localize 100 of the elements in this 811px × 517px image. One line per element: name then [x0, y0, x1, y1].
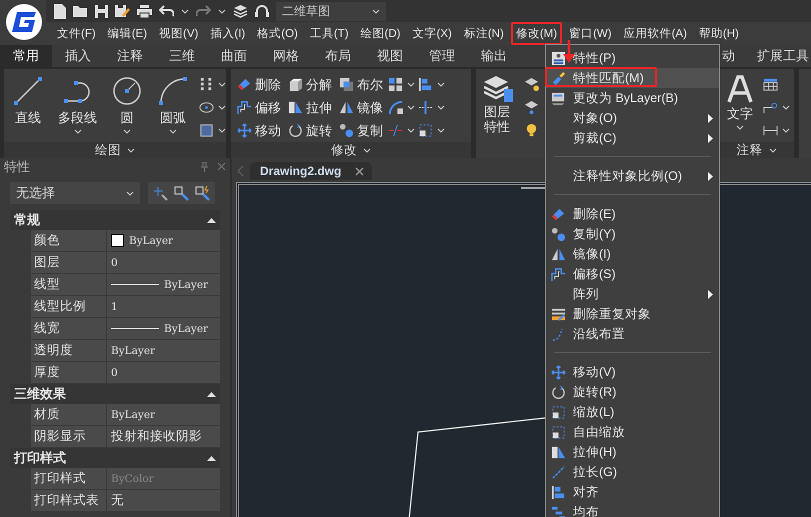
selection-dropdown[interactable]: 无选择 — [10, 182, 140, 204]
ribbon-button[interactable]: 偏移 — [235, 98, 283, 117]
menu-item[interactable]: 删除重复对象 — [546, 304, 719, 324]
ribbon-tab[interactable]: 布局 — [312, 45, 364, 67]
layers-icon[interactable] — [233, 4, 248, 18]
pin-icon[interactable] — [200, 162, 209, 172]
menu-item[interactable]: 特性匹配(M) — [546, 68, 719, 88]
section-header[interactable]: 常规 — [10, 210, 220, 230]
panel-title[interactable]: 注释 — [719, 142, 794, 158]
menu-item[interactable]: 对象(O) — [546, 108, 719, 128]
caret-icon — [218, 8, 226, 14]
ribbon-tab[interactable]: 视图 — [364, 45, 416, 67]
save-icon[interactable] — [95, 4, 108, 18]
ribbon-tab[interactable]: 注释 — [104, 45, 156, 67]
ribbon-button[interactable]: 圆 — [107, 73, 147, 142]
menu-item[interactable]: 工具(T) — [304, 22, 354, 45]
ribbon-tab[interactable]: 曲面 — [208, 45, 260, 67]
new-file-icon[interactable] — [54, 4, 66, 18]
section-header[interactable]: 打印样式 — [10, 448, 220, 468]
menu-item[interactable]: 拉伸(H) — [546, 442, 719, 462]
property-value[interactable]: ByLayer — [107, 318, 220, 339]
property-value[interactable]: ByLayer — [107, 340, 220, 361]
ribbon-button[interactable]: 多段线 — [54, 73, 101, 142]
menu-item[interactable]: 镜像(I) — [546, 244, 719, 264]
caret-icon[interactable] — [169, 129, 177, 134]
property-value[interactable]: 1 — [107, 296, 220, 317]
menu-item[interactable]: 阵列 — [546, 284, 719, 304]
menu-item[interactable]: 编辑(E) — [102, 22, 152, 45]
menu-item[interactable]: 标注(N) — [458, 22, 509, 45]
property-value[interactable]: ByLayer — [107, 230, 220, 251]
property-value[interactable]: 无 — [107, 490, 220, 511]
property-value[interactable]: 0 — [107, 252, 220, 273]
close-icon[interactable] — [217, 162, 226, 171]
menu-item[interactable]: 自由缩放 — [546, 422, 719, 442]
ribbon-tab[interactable]: 管理 — [416, 45, 468, 67]
undo-icon[interactable] — [159, 5, 174, 17]
app-logo[interactable] — [6, 4, 42, 40]
save-as-icon[interactable] — [115, 4, 130, 18]
redo-icon[interactable] — [196, 5, 211, 17]
ribbon-button[interactable]: 镜像 — [337, 98, 385, 117]
menu-item[interactable]: 缩放(L) — [546, 402, 719, 422]
property-value[interactable]: ByLayer — [107, 274, 220, 295]
menu-item[interactable]: 复制(Y) — [546, 224, 719, 244]
ribbon-button[interactable]: 删除 — [235, 75, 283, 94]
ribbon-button[interactable]: 圆弧 — [153, 73, 193, 142]
section-header[interactable]: 三维效果 — [10, 384, 220, 404]
caret-icon[interactable] — [74, 129, 82, 134]
ribbon-button[interactable]: 旋转 — [286, 121, 334, 140]
menu-item[interactable]: 偏移(S) — [546, 264, 719, 284]
menu-item[interactable]: 格式(O) — [252, 22, 303, 45]
print-icon[interactable] — [137, 4, 152, 18]
caret-icon — [218, 82, 226, 87]
menu-item[interactable]: 对齐 — [546, 482, 719, 502]
ribbon-button[interactable]: 图层特性 — [480, 73, 518, 158]
menu-item[interactable]: 均布 — [546, 502, 719, 517]
menu-item[interactable]: 文件(F) — [52, 22, 101, 45]
property-value[interactable]: 0 — [107, 362, 220, 383]
menu-item[interactable]: 视图(V) — [154, 22, 204, 45]
menu-item[interactable]: 移动(V) — [546, 362, 719, 382]
panel-title[interactable]: 修改 — [231, 142, 471, 158]
ribbon-button[interactable]: 拉伸 — [286, 98, 334, 117]
ribbon-button[interactable]: 复制 — [337, 121, 385, 140]
workspace-dropdown[interactable]: 二维草图 — [276, 2, 386, 20]
property-value[interactable]: ByLayer — [107, 404, 220, 425]
ribbon-tab[interactable]: 插入 — [52, 45, 104, 67]
menu-item[interactable]: 插入(I) — [205, 22, 250, 45]
document-tab[interactable]: Drawing2.dwg — [250, 162, 372, 180]
panel-title[interactable]: 绘图 — [4, 142, 226, 158]
menu-item[interactable]: 删除(E) — [546, 204, 719, 224]
ribbon-tab[interactable]: 三维 — [156, 45, 208, 67]
menu-item[interactable]: 文字(X) — [408, 22, 457, 45]
ribbon-tab[interactable]: 动 — [720, 45, 747, 67]
ribbon-tab[interactable]: 扩展工具 — [747, 45, 811, 67]
menu-item[interactable]: 更改为 ByLayer(B) — [546, 88, 719, 108]
ribbon-button[interactable]: 直线 — [8, 73, 48, 142]
folder-icon[interactable] — [73, 5, 88, 17]
menu-item[interactable]: 窗口(W) — [564, 22, 617, 45]
ribbon-tab[interactable]: 网格 — [260, 45, 312, 67]
close-icon[interactable] — [355, 166, 364, 176]
menu-item[interactable]: 沿线布置 — [546, 324, 719, 344]
quick-select-icon[interactable] — [195, 186, 210, 200]
menu-item[interactable]: 应用软件(A) — [618, 22, 692, 45]
ribbon-tab[interactable]: 常用 — [0, 45, 52, 67]
caret-icon[interactable] — [123, 129, 131, 134]
menu-item[interactable]: 帮助(H) — [694, 22, 744, 45]
ribbon-button[interactable]: 布尔 — [337, 75, 385, 94]
ribbon-tab[interactable]: 输出 — [468, 45, 520, 67]
ribbon-button[interactable]: 文字 — [723, 73, 757, 142]
menu-item[interactable]: 剪裁(C) — [546, 128, 719, 148]
select-objects-icon[interactable] — [174, 186, 189, 200]
property-value[interactable]: 投射和接收阴影 — [107, 426, 220, 447]
menu-item[interactable]: 旋转(R) — [546, 382, 719, 402]
ribbon-button[interactable]: 移动 — [235, 121, 283, 140]
panel-title: 特性 — [4, 158, 30, 176]
menu-item[interactable]: 绘图(D) — [356, 22, 406, 45]
ribbon-button[interactable]: 分解 — [286, 75, 334, 94]
table-icon — [763, 77, 778, 92]
add-select-icon[interactable] — [153, 186, 168, 200]
menu-item[interactable]: 注释性对象比例(O) — [546, 166, 719, 186]
menu-item[interactable]: 拉长(G) — [546, 462, 719, 482]
